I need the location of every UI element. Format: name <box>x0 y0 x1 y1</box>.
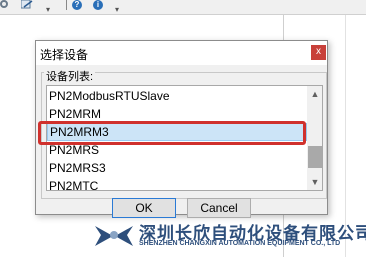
annotation-highlight-box <box>38 121 306 145</box>
help-icon[interactable]: ? <box>72 0 82 10</box>
scroll-down-icon[interactable]: ▼ <box>307 174 322 190</box>
scrollbar-thumb[interactable] <box>308 146 322 168</box>
info-icon[interactable]: i <box>93 0 103 10</box>
gear-icon[interactable] <box>0 0 8 8</box>
toolbar: ▾ ? i ▾ <box>0 0 366 15</box>
edit-icon[interactable] <box>21 0 33 9</box>
dialog-titlebar[interactable]: 选择设备 x <box>36 41 327 65</box>
vertical-scrollbar[interactable]: ▲ ▼ <box>307 86 322 190</box>
dropdown-caret-icon[interactable]: ▾ <box>115 5 119 14</box>
list-item[interactable]: PN2ModbusRTUSlave <box>47 87 307 105</box>
company-logo-icon <box>95 226 133 246</box>
device-list-label: 设备列表: <box>44 68 96 84</box>
list-item[interactable]: PN2MRS3 <box>47 159 307 177</box>
close-button[interactable]: x <box>311 45 326 60</box>
scroll-up-icon[interactable]: ▲ <box>307 86 322 102</box>
dialog-title: 选择设备 <box>40 48 89 62</box>
toolbar-separator <box>66 0 67 10</box>
watermark-company-en: SHENZHEN CHANGXIN AUTOMATION EQUIPMENT C… <box>139 240 341 247</box>
ok-button[interactable]: OK <box>112 198 176 218</box>
dropdown-caret-icon[interactable]: ▾ <box>46 5 50 14</box>
list-item[interactable]: PN2MTC <box>47 177 307 190</box>
cancel-button[interactable]: Cancel <box>187 198 251 218</box>
